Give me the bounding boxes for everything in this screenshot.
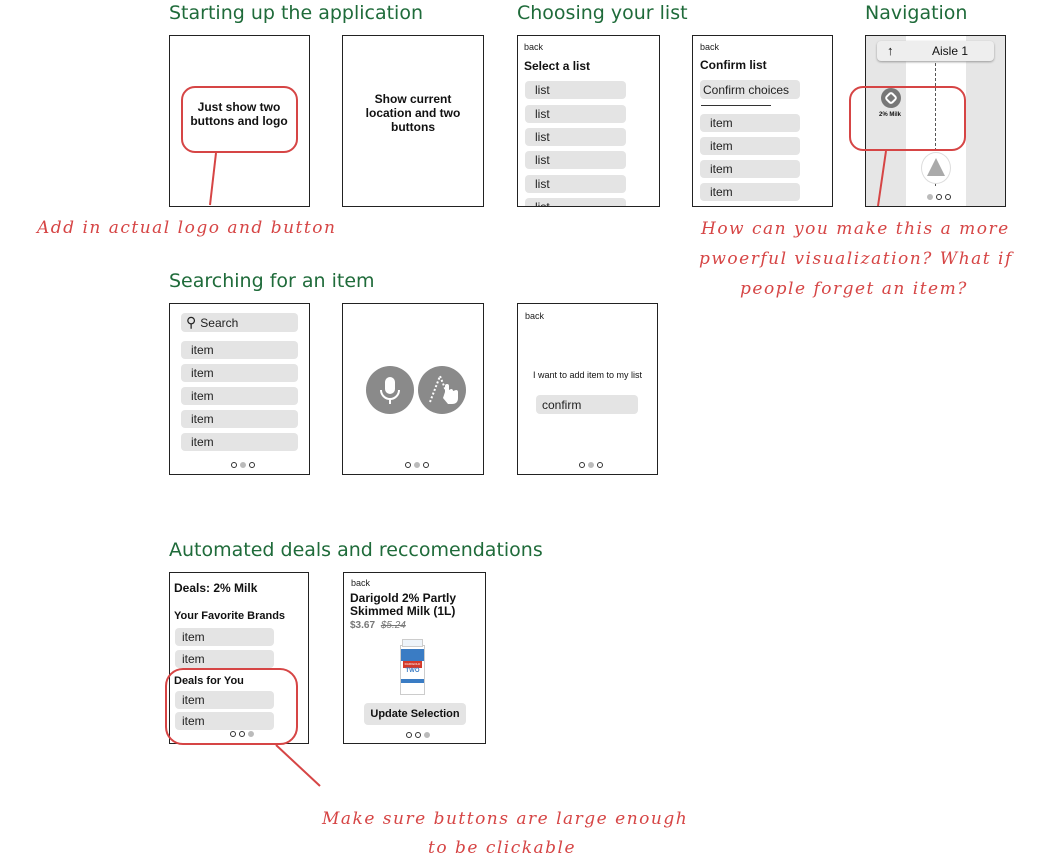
annotation-note-logo: Add in actual logo and button — [37, 218, 337, 238]
annotation-note-navigation-3: people forget an item? — [740, 279, 968, 299]
annotation-lines — [209, 150, 887, 787]
annotation-note-buttons-1: Make sure buttons are large enough — [322, 809, 689, 829]
annotation-note-buttons-2: to be clickable — [428, 838, 577, 858]
annotation-note-navigation-1: How can you make this a more — [701, 219, 1010, 239]
annotation-note-navigation-2: pwoerful visualization? What if — [699, 249, 1013, 269]
